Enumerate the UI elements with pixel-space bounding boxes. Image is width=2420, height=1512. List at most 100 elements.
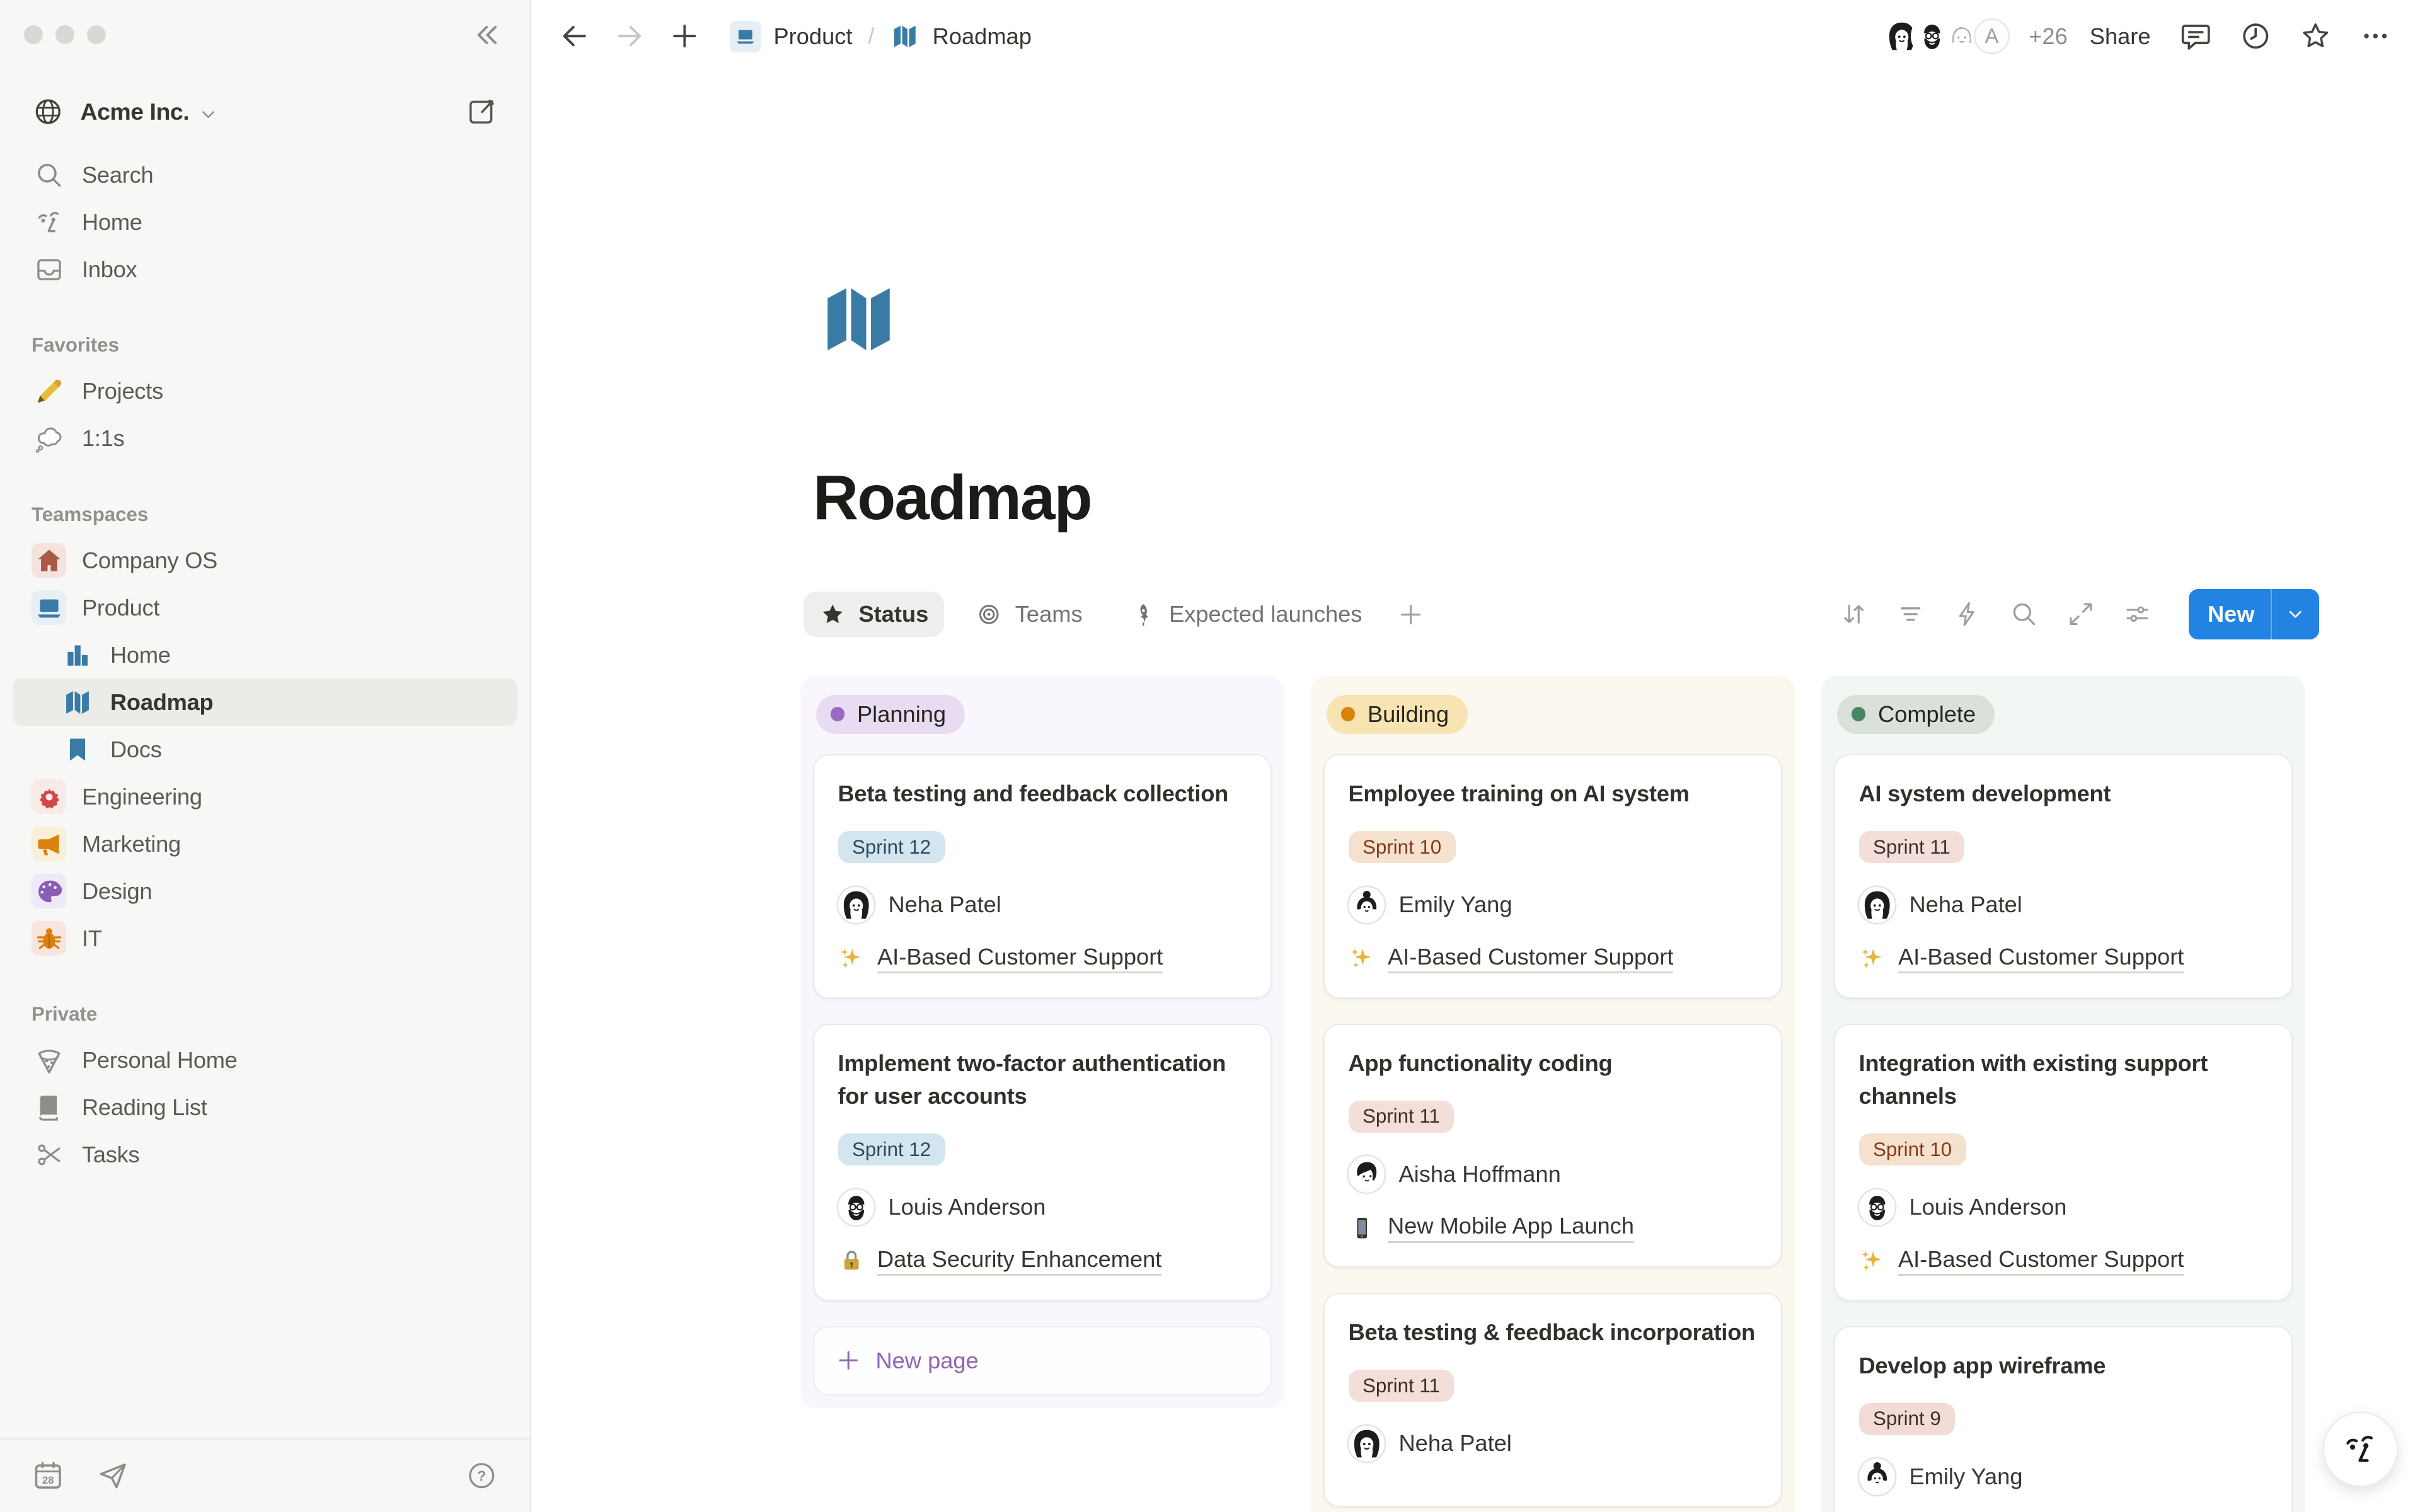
notion-ai-button[interactable] [2324,1413,2397,1486]
relation-link-label: AI-Based Customer Support [1898,944,2184,974]
new-button-chevron-icon[interactable] [2272,604,2319,625]
search-view-icon[interactable] [2009,599,2039,629]
section-label-private[interactable]: Private [32,1003,498,1026]
card-integration-with-existing-support-channels[interactable]: Integration with existing support channe… [1834,1024,2293,1301]
sidebar-item-1-1s[interactable]: 1:1s [13,415,517,462]
workspace-name: Acme Inc. [81,98,190,125]
relation-link[interactable]: New Mobile App Launch [1349,1213,1758,1243]
add-view-icon[interactable] [1397,600,1425,629]
window-minimize-button[interactable] [55,25,74,44]
breadcrumb-label: Roadmap [933,23,1032,50]
megaphone-icon [32,827,66,861]
relation-link[interactable]: AI-Based Customer Support [838,944,1247,974]
sidebar-item-it[interactable]: IT [13,915,517,962]
section-label-teamspaces[interactable]: Teamspaces [32,503,498,526]
card-title: Beta testing and feedback collection [838,777,1247,811]
board-column-building: Building Employee training on AI systemSp… [1311,676,1795,1512]
window-zoom-button[interactable] [87,25,106,44]
card-ai-system-development[interactable]: AI system developmentSprint 11Neha Patel… [1834,754,2293,999]
sidebar-item-company-os[interactable]: Company OS [13,537,517,584]
avatar-louis [838,1189,875,1226]
sidebar-item-search[interactable]: Search [13,151,517,198]
new-page-plus-icon[interactable] [668,20,701,53]
sidebar-collapse-icon[interactable] [470,18,505,52]
new-button[interactable]: New [2189,589,2319,639]
column-header-building[interactable]: Building [1327,695,1468,734]
help-icon[interactable]: ? [465,1459,498,1492]
sidebar-item-label: Company OS [82,547,217,574]
tab-expected-launches[interactable]: Expected launches [1114,592,1378,638]
sidebar-item-marketing[interactable]: Marketing [13,820,517,868]
person-name: Louis Anderson [1910,1194,2067,1220]
compose-icon[interactable] [465,95,498,129]
back-arrow-icon[interactable] [558,20,591,53]
card-employee-training-on-ai-system[interactable]: Employee training on AI systemSprint 10E… [1323,754,1782,999]
sidebar-item-reading-list[interactable]: Reading List [13,1084,517,1131]
card-app-functionality-coding[interactable]: App functionality codingSprint 11Aisha H… [1323,1024,1782,1268]
share-button[interactable]: Share [2090,23,2151,50]
sidebar-item-design[interactable]: Design [13,868,517,915]
page-icon-map[interactable] [813,276,904,363]
sidebar-item-tasks[interactable]: Tasks [13,1131,517,1179]
window-controls [0,0,530,69]
tab-teams[interactable]: Teams [960,592,1098,638]
tab-label: Status [859,601,929,627]
sidebar-item-docs[interactable]: Docs [13,726,517,773]
expand-icon[interactable] [2066,599,2096,629]
column-name: Planning [857,701,946,728]
main-area: Product / Roadmap A +26 Share Roadmap [531,0,2420,1512]
building-icon [60,638,95,672]
sidebar-item-engineering[interactable]: Engineering [13,773,517,820]
section-label-favorites[interactable]: Favorites [32,334,498,357]
avatar-letter[interactable]: A [1971,15,2014,58]
filter-icon[interactable] [1896,599,1926,629]
breadcrumb-roadmap[interactable]: Roadmap [884,16,1038,56]
automations-lightning-icon[interactable] [1952,599,1983,629]
updates-clock-icon[interactable] [2239,20,2273,53]
breadcrumb-product[interactable]: Product [723,16,859,57]
sidebar-item-roadmap[interactable]: Roadmap [13,679,517,726]
relation-link[interactable]: AI-Based Customer Support [1859,1246,2268,1276]
sidebar-item-personal-home[interactable]: Personal Home [13,1037,517,1084]
collaborator-avatars[interactable]: A [1881,15,2013,58]
workspace-switcher[interactable]: Acme Inc. [13,85,517,139]
card-develop-app-wireframe[interactable]: Develop app wireframeSprint 9Emily Yang [1834,1326,2293,1512]
calendar-icon[interactable]: 28 [32,1459,65,1492]
relation-link[interactable]: AI-Based Customer Support [1859,944,2268,974]
gear-icon [32,779,66,814]
sprint-tag: Sprint 12 [838,831,945,863]
relation-link[interactable]: Data Security Enhancement [838,1246,1247,1276]
column-header-planning[interactable]: Planning [816,695,965,734]
card-title: AI system development [1859,777,2268,811]
card-beta-testing-feedback-incorporation[interactable]: Beta testing & feedback incorporationSpr… [1323,1293,1782,1507]
card-beta-testing-and-feedback-collection[interactable]: Beta testing and feedback collection Spri… [813,754,1272,999]
avatar-emily [1859,1458,1896,1495]
sprint-tag: Sprint 10 [1349,831,1456,863]
lock-icon [838,1247,865,1274]
sidebar-item-label: Engineering [82,784,202,810]
sidebar-item-projects[interactable]: Projects [13,368,517,415]
tab-status[interactable]: Status [804,592,944,638]
relation-link-label: Data Security Enhancement [877,1246,1161,1276]
relation-link[interactable]: AI-Based Customer Support [1349,944,1758,974]
sidebar-item-inbox[interactable]: Inbox [13,246,517,293]
forward-arrow-icon[interactable] [613,20,647,53]
favorite-star-icon[interactable] [2299,20,2332,53]
sidebar-item-home[interactable]: Home [13,631,517,679]
card-implement-two-factor-authentication-for-user-accounts[interactable]: Implement two-factor authentication for … [813,1024,1272,1301]
more-options-icon[interactable] [2359,20,2392,53]
window-close-button[interactable] [24,25,43,44]
sidebar-item-product[interactable]: Product [13,584,517,631]
sidebar-item-home[interactable]: Home [13,198,517,246]
paper-plane-icon[interactable] [96,1459,130,1492]
person-name: Emily Yang [1910,1463,2023,1490]
person-row: Neha Patel [1349,1426,1758,1462]
new-page-button[interactable]: New page [813,1326,1272,1395]
person-name: Aisha Hoffmann [1399,1161,1561,1188]
comments-icon[interactable] [2179,20,2213,53]
new-button-label: New [2189,601,2271,627]
view-settings-icon[interactable] [2123,599,2153,629]
sort-icon[interactable] [1839,599,1869,629]
star-filled-icon [819,601,846,628]
column-header-complete[interactable]: Complete [1837,695,1995,734]
